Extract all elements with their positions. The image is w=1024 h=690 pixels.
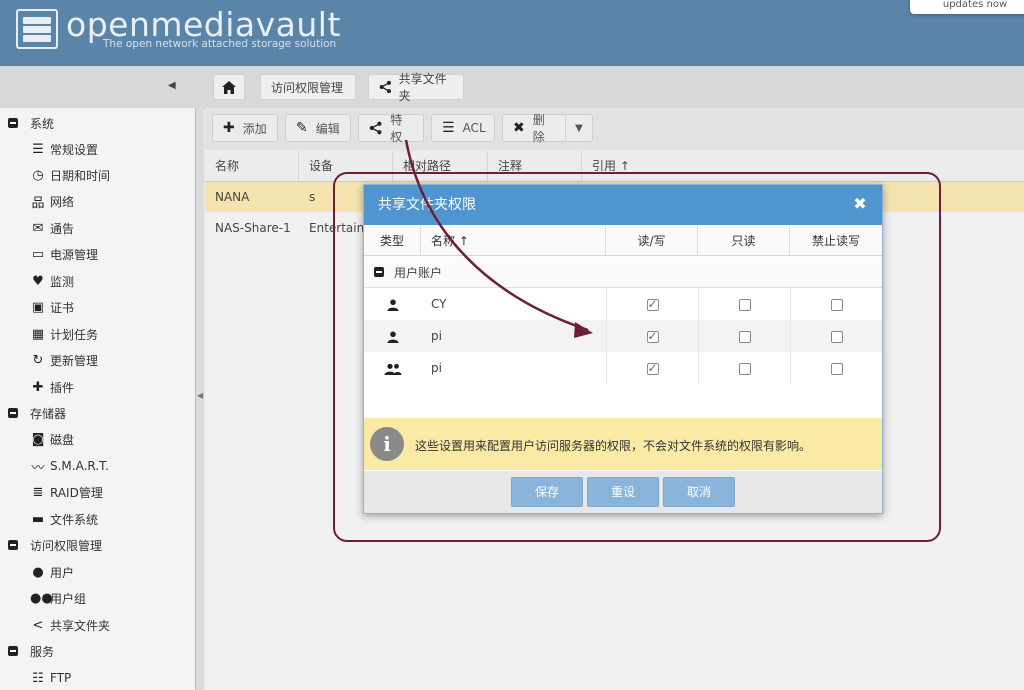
annotation-arrow — [404, 139, 593, 338]
